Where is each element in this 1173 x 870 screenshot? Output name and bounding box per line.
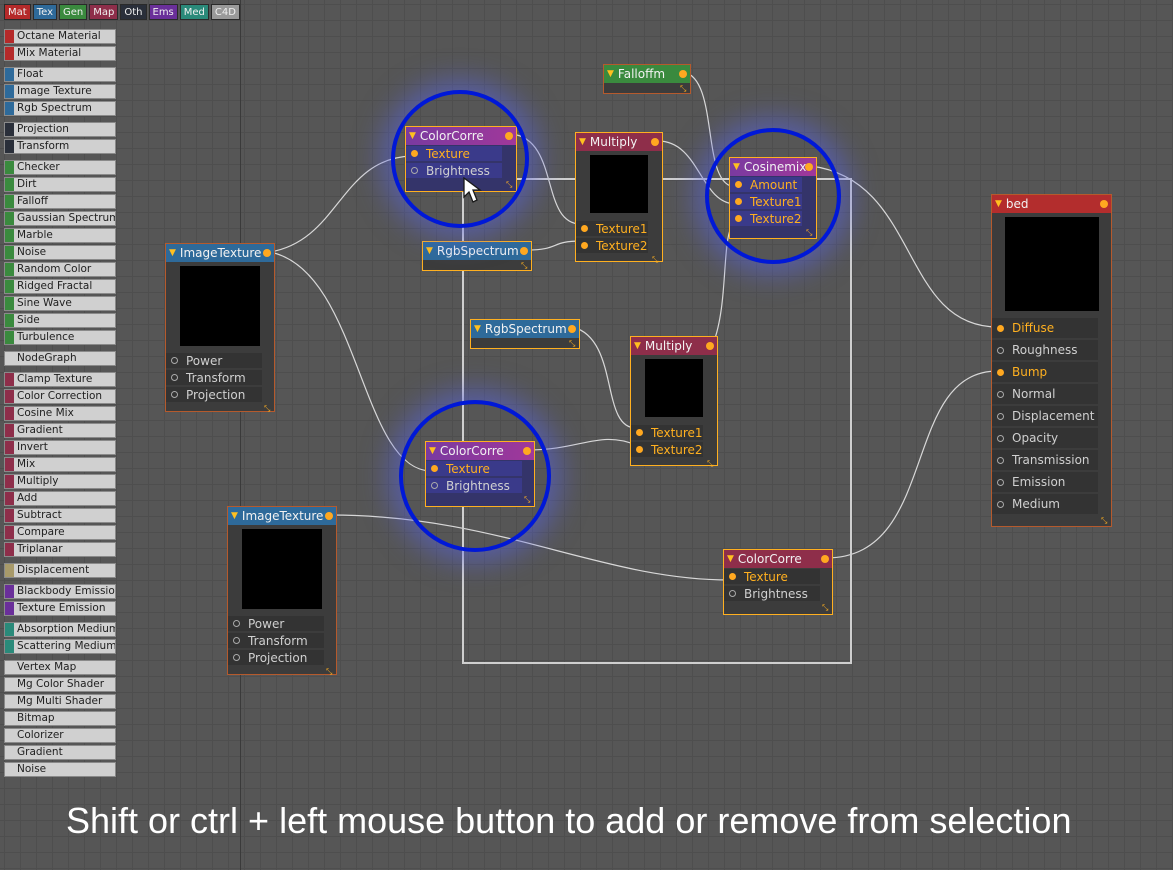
preview-swatch [180,266,260,346]
preview-swatch [1004,217,1099,311]
node-title: RgbSpectrum [484,322,567,336]
bed-material-node[interactable]: ▼ bed Diffuse Roughness Bump Normal Displ… [991,194,1112,527]
output-port[interactable] [651,138,659,146]
node-title: RgbSpectrum [436,244,519,258]
port-projection[interactable]: Projection [166,386,274,403]
node-header[interactable]: ▼ bed [992,195,1111,213]
collapse-triangle-icon[interactable]: ▼ [634,341,641,351]
wire-image1-cc2 [269,251,432,472]
multiply-node-1[interactable]: ▼ Multiply Texture1 Texture2 ⤡ [575,132,663,264]
collapse-triangle-icon[interactable]: ▼ [607,69,614,79]
port-brightness[interactable]: Brightness [724,585,832,602]
node-title: ImageTexture [241,509,324,523]
instruction-caption: Shift or ctrl + left mouse button to add… [66,800,1072,841]
node-header[interactable]: ▼ ImageTexture [228,507,336,525]
port-transform[interactable]: Transform [228,632,336,649]
output-port[interactable] [706,342,714,350]
port-diffuse[interactable]: Diffuse [992,317,1111,339]
node-title: ColorCorre [737,552,802,566]
node-title: Falloffm [617,67,666,81]
resize-handle-icon[interactable]: ⤡ [707,460,715,468]
preview-swatch [242,529,322,609]
collapse-triangle-icon[interactable]: ▼ [995,199,1002,209]
output-port[interactable] [821,555,829,563]
mouse-pointer-icon [463,177,482,203]
resize-handle-icon[interactable]: ⤡ [569,340,577,348]
resize-handle-icon[interactable]: ⤡ [521,262,529,270]
node-header[interactable]: ▼ RgbSpectrum [423,242,531,260]
rgbspectrum-node-2[interactable]: ▼ RgbSpectrum ⤡ [470,319,580,349]
collapse-triangle-icon[interactable]: ▼ [426,246,433,256]
node-header[interactable]: ▼ Falloffm [604,65,690,83]
node-title: Multiply [644,339,693,353]
port-projection[interactable]: Projection [228,649,336,666]
node-title: Multiply [589,135,638,149]
output-port[interactable] [568,325,576,333]
port-bump[interactable]: Bump [992,361,1111,383]
output-port[interactable] [263,249,271,257]
port-power[interactable]: Power [228,615,336,632]
imagetexture-node-1[interactable]: ▼ ImageTexture Power Transform Projection… [165,243,275,413]
node-header[interactable]: ▼ RgbSpectrum [471,320,579,338]
resize-handle-icon[interactable]: ⤡ [326,668,334,676]
collapse-triangle-icon[interactable]: ▼ [169,248,176,258]
highlight-circle [399,400,551,552]
falloff-node[interactable]: ▼ Falloffm ⤡ [603,64,691,94]
resize-handle-icon[interactable]: ⤡ [822,604,830,612]
port-texture2[interactable]: Texture2 [576,237,662,254]
rgbspectrum-node-1[interactable]: ▼ RgbSpectrum ⤡ [422,241,532,271]
port-transform[interactable]: Transform [166,369,274,386]
resize-handle-icon[interactable]: ⤡ [680,85,688,93]
collapse-triangle-icon[interactable]: ▼ [727,554,734,564]
port-roughness[interactable]: Roughness [992,339,1111,361]
preview-swatch [645,359,703,417]
preview-swatch [590,155,648,213]
node-header[interactable]: ▼ Multiply [631,337,717,355]
output-port[interactable] [1100,200,1108,208]
port-medium[interactable]: Medium [992,493,1111,515]
port-texture1[interactable]: Texture1 [576,220,662,237]
collapse-triangle-icon[interactable]: ▼ [474,324,481,334]
port-power[interactable]: Power [166,352,274,369]
port-displacement[interactable]: Displacement [992,405,1111,427]
wire-image1-cc1 [269,155,413,253]
node-header[interactable]: ▼ ColorCorre [724,550,832,568]
port-texture[interactable]: Texture [724,568,832,585]
collapse-triangle-icon[interactable]: ▼ [231,511,238,521]
port-transmission[interactable]: Transmission [992,449,1111,471]
multiply-node-2[interactable]: ▼ Multiply Texture1 Texture2 ⤡ [630,336,718,468]
output-port[interactable] [679,70,687,78]
output-port[interactable] [325,512,333,520]
output-port[interactable] [520,247,528,255]
colorcorrect-node-3[interactable]: ▼ ColorCorre Texture Brightness ⤡ [723,549,833,615]
port-opacity[interactable]: Opacity [992,427,1111,449]
resize-handle-icon[interactable]: ⤡ [264,405,272,413]
node-title: ImageTexture [179,246,262,260]
resize-handle-icon[interactable]: ⤡ [1101,517,1109,525]
imagetexture-node-2[interactable]: ▼ ImageTexture Power Transform Projection… [227,506,337,676]
port-texture2[interactable]: Texture2 [631,441,717,458]
collapse-triangle-icon[interactable]: ▼ [579,137,586,147]
node-header[interactable]: ▼ Multiply [576,133,662,151]
port-normal[interactable]: Normal [992,383,1111,405]
port-emission[interactable]: Emission [992,471,1111,493]
resize-handle-icon[interactable]: ⤡ [652,256,660,264]
node-header[interactable]: ▼ ImageTexture [166,244,274,262]
node-title: bed [1005,197,1029,211]
port-texture1[interactable]: Texture1 [631,424,717,441]
